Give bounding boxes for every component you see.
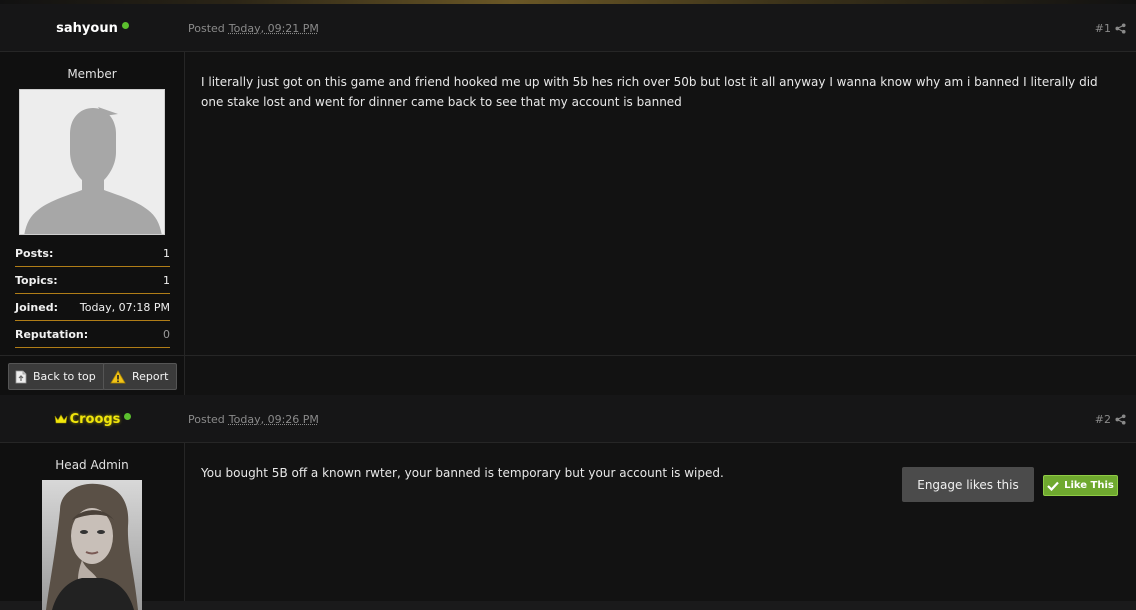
post-1: sahyoun Posted Today, 09:21 PM #1 Member xyxy=(0,4,1136,396)
author-cell: Croogs xyxy=(0,395,185,443)
avatar-photo-image xyxy=(42,480,142,610)
post-actions-left: Back to top Report xyxy=(0,356,185,398)
posted-info: Posted Today, 09:26 PM xyxy=(188,395,319,443)
post-number-link[interactable]: #2 xyxy=(1095,395,1126,443)
post-actions: Back to top Report xyxy=(0,355,1136,397)
stat-value: 1 xyxy=(163,247,170,260)
stat-label: Joined: xyxy=(15,301,58,314)
posted-label: Posted xyxy=(188,413,225,426)
checkmark-icon xyxy=(1047,481,1059,491)
posted-info: Posted Today, 09:21 PM xyxy=(188,4,319,52)
post-header: Croogs Posted Today, 09:26 PM #2 xyxy=(0,395,1136,443)
author-name[interactable]: Croogs xyxy=(70,412,121,427)
post-body: Member Posts: 1 Topics: 1 Joined: Today,… xyxy=(0,52,1136,356)
author-info-panel: Member Posts: 1 Topics: 1 Joined: Today,… xyxy=(0,52,185,356)
engage-likes-badge[interactable]: Engage likes this xyxy=(902,467,1034,502)
author-info-panel: Head Admin xyxy=(0,443,185,601)
avatar[interactable] xyxy=(19,89,165,235)
avatar[interactable] xyxy=(42,480,142,610)
back-to-top-button[interactable]: Back to top xyxy=(8,363,105,390)
stat-value: 0 xyxy=(163,328,170,341)
stat-joined: Joined: Today, 07:18 PM xyxy=(15,294,170,321)
page-icon xyxy=(15,370,27,384)
author-cell: sahyoun xyxy=(0,4,185,52)
user-group-title: Head Admin xyxy=(0,458,184,474)
stat-label: Topics: xyxy=(15,274,58,287)
share-icon[interactable] xyxy=(1115,414,1126,425)
online-indicator-icon xyxy=(124,413,131,420)
stat-posts: Posts: 1 xyxy=(15,240,170,267)
post-content: I literally just got on this game and fr… xyxy=(201,72,1121,112)
report-label: Report xyxy=(132,370,168,383)
stat-topics: Topics: 1 xyxy=(15,267,170,294)
post-number[interactable]: #2 xyxy=(1095,413,1111,426)
online-indicator-icon xyxy=(122,22,129,29)
like-button[interactable]: Like This xyxy=(1043,475,1118,496)
stat-label: Reputation: xyxy=(15,328,88,341)
share-icon[interactable] xyxy=(1115,23,1126,34)
user-group-title: Member xyxy=(0,67,184,83)
back-to-top-label: Back to top xyxy=(33,370,96,383)
posted-date: Today, 09:21 PM xyxy=(229,22,319,35)
post-header: sahyoun Posted Today, 09:21 PM #1 xyxy=(0,4,1136,52)
admin-author-name[interactable]: Croogs xyxy=(54,412,121,427)
warning-icon xyxy=(110,370,126,384)
posted-label: Posted xyxy=(188,22,225,35)
engage-likes-text[interactable]: Engage likes this xyxy=(917,478,1019,492)
user-stats: Posts: 1 Topics: 1 Joined: Today, 07:18 … xyxy=(15,240,170,348)
stat-value: Today, 07:18 PM xyxy=(80,301,170,314)
author-name[interactable]: sahyoun xyxy=(56,21,118,36)
stat-label: Posts: xyxy=(15,247,53,260)
stat-reputation: Reputation: 0 xyxy=(15,321,170,348)
like-label[interactable]: Like This xyxy=(1064,480,1114,491)
default-avatar-silhouette-icon xyxy=(20,90,165,235)
post-number[interactable]: #1 xyxy=(1095,22,1111,35)
posted-date: Today, 09:26 PM xyxy=(229,413,319,426)
report-button[interactable]: Report xyxy=(103,363,177,390)
post-number-link[interactable]: #1 xyxy=(1095,4,1126,52)
stat-value: 1 xyxy=(163,274,170,287)
crown-icon xyxy=(54,414,68,424)
